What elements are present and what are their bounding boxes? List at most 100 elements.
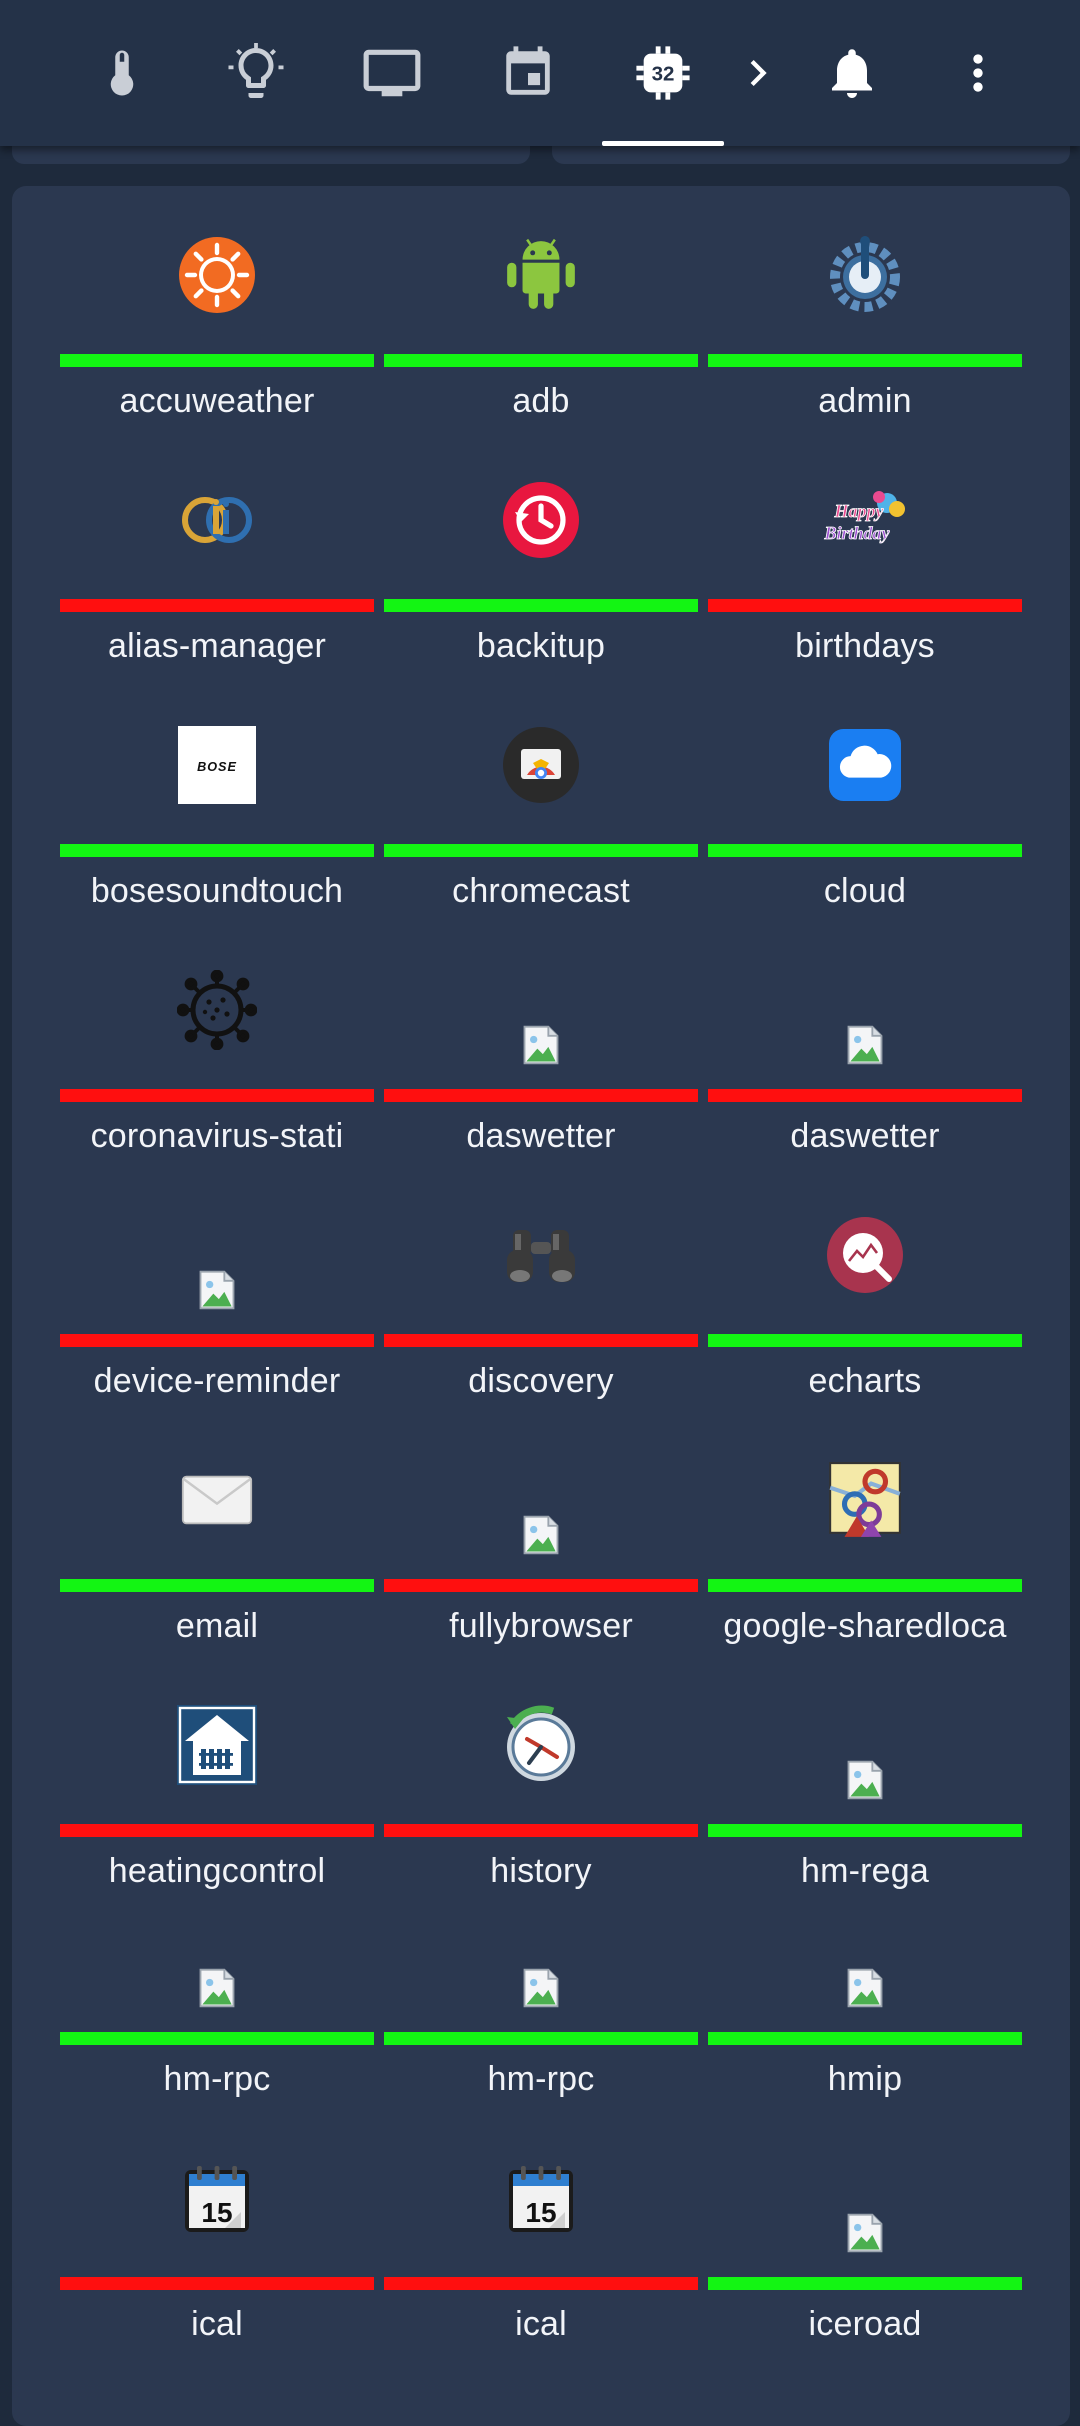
adapter-name: adb [512,382,570,420]
calendar-day: 15 [201,2197,232,2228]
chevron-right-icon [750,60,767,86]
calendar-page-icon: 15 [384,2143,698,2253]
status-bar-ok [60,2032,374,2045]
top-toolbar: 32 [0,0,1080,146]
status-bar-error [60,1824,374,1837]
happy-birthday-icon: Happy Birthday [708,465,1022,575]
adapter-name: backitup [476,627,606,665]
adapter-name: daswetter [790,1117,940,1155]
status-bar-ok [384,354,698,367]
adapter-name: coronavirus-stati [90,1117,344,1155]
status-bar-ok [60,354,374,367]
broken-image-icon [708,990,1022,1100]
calendar-icon [506,46,550,95]
broken-image-icon [384,990,698,1100]
broken-image-icon [708,2178,1022,2288]
calendar-day: 15 [525,2197,556,2228]
cloud-icon [708,710,1022,820]
chip-icon: 32 [636,46,690,100]
adapter-name: fullybrowser [449,1607,633,1645]
adapter-name: ical [191,2305,243,2343]
status-bar-error [60,599,374,612]
adapter-name: ical [515,2305,567,2343]
adapter-name: email [175,1607,259,1645]
broken-image-icon [708,1933,1022,2043]
alias-logo-icon [60,465,374,575]
status-bar-error [60,1089,374,1102]
tab-calendar[interactable] [468,0,588,146]
status-bar-error [708,1089,1022,1102]
adapter-name: hm-rega [800,1852,929,1890]
status-bar-ok [708,354,1022,367]
house-radiator-icon [60,1690,374,1800]
adapter-name: hm-rpc [163,2060,271,2098]
bose-logo-icon: BOSE [60,710,374,820]
tab-devices[interactable] [332,0,452,146]
map-pins-icon [708,1445,1022,1555]
status-bar-ok [708,1334,1022,1347]
more-vertical-icon [973,54,983,92]
status-bar-ok [384,599,698,612]
backup-clock-icon [384,465,698,575]
status-bar-ok [708,1824,1022,1837]
adapter-name: google-sharedloca [723,1607,1007,1645]
adapter-name: bosesoundtouch [90,872,344,910]
binoculars-icon [384,1200,698,1310]
tab-temperature[interactable] [62,0,182,146]
adapter-name: hmip [827,2060,903,2098]
adapter-name: hm-rpc [487,2060,595,2098]
envelope-icon [60,1445,374,1555]
svg-text:BOSE: BOSE [197,760,237,774]
adapter-name: birthdays [795,627,935,665]
virus-icon [60,955,374,1065]
status-bar-ok [708,2277,1022,2290]
status-bar-ok [384,844,698,857]
monitor-icon [363,49,421,97]
status-bar-ok [708,2032,1022,2045]
adapter-name: echarts [808,1362,922,1400]
status-bar-error [384,1334,698,1347]
chromecast-icon [384,710,698,820]
status-bar-error [384,1089,698,1102]
android-icon [384,220,698,330]
status-bar-error [384,1579,698,1592]
tab-lights[interactable] [196,0,316,146]
status-bar-ok [384,2032,698,2045]
adapter-name: device-reminder [93,1362,341,1400]
svg-text:Happy: Happy [834,501,885,521]
chart-magnifier-icon [708,1200,1022,1310]
status-bar-error [384,1824,698,1837]
adapter-name: heatingcontrol [108,1852,326,1890]
calendar-page-icon: 15 [60,2143,374,2253]
status-bar-error [60,2277,374,2290]
adapter-name: cloud [823,872,907,910]
adapter-name: chromecast [452,872,630,910]
broken-image-icon [60,1933,374,2043]
broken-image-icon [384,1933,698,2043]
status-bar-error [384,2277,698,2290]
adapter-name: alias-manager [107,627,327,665]
adapter-name: discovery [468,1362,614,1400]
gear-icon [708,220,1022,330]
adapter-name: daswetter [466,1117,616,1155]
notifications-button[interactable] [792,0,912,146]
status-bar-ok [60,1579,374,1592]
svg-text:32: 32 [652,63,675,86]
adapter-name: accuweather [119,382,315,420]
adapter-name: history [490,1852,592,1890]
broken-image-icon [384,1480,698,1590]
status-bar-error [60,1334,374,1347]
status-bar-ok [60,844,374,857]
svg-text:Birthday: Birthday [823,523,890,543]
adapter-name: admin [818,382,912,420]
bell-icon [832,49,872,98]
broken-image-icon [708,1725,1022,1835]
lightbulb-icon [228,43,284,98]
sun-icon [60,220,374,330]
more-menu-button[interactable] [918,0,1038,146]
status-bar-ok [708,1579,1022,1592]
thermometer-icon [110,50,134,96]
adapter-name: iceroad [808,2305,922,2343]
history-clock-icon [384,1690,698,1800]
status-bar-ok [708,844,1022,857]
